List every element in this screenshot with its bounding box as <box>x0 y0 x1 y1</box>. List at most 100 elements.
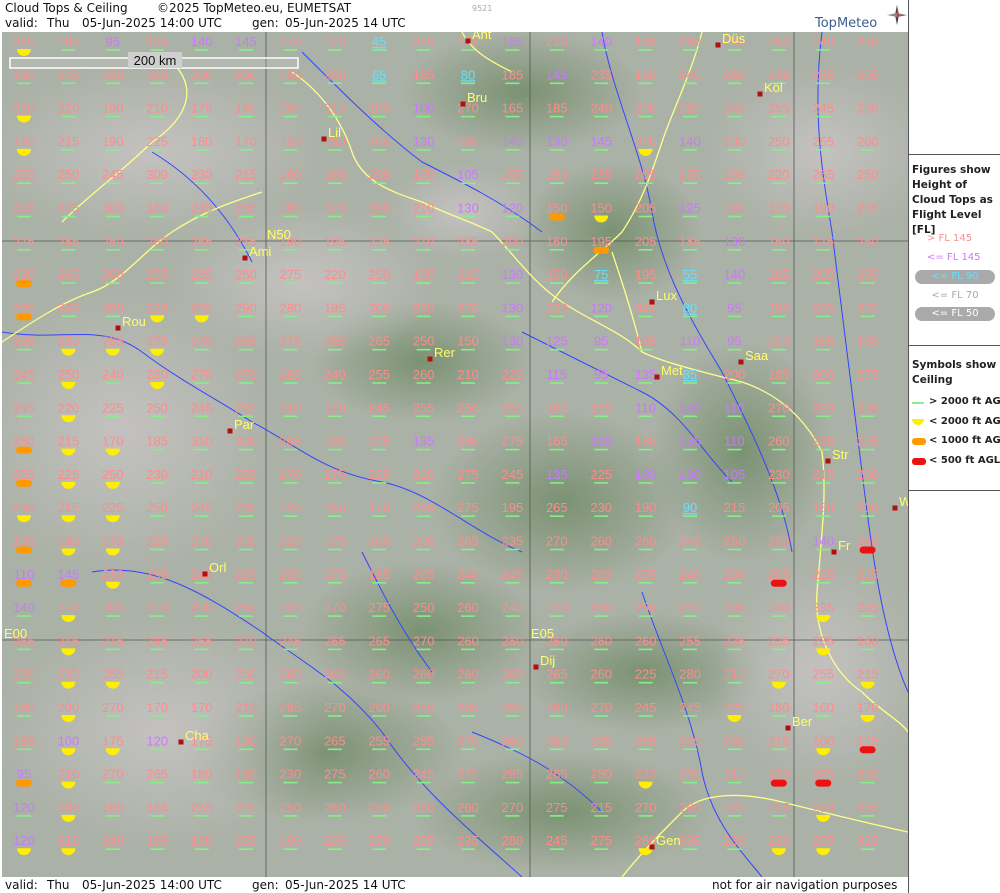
cloud-top-value: 200 <box>812 367 834 382</box>
cloud-top-value: 260 <box>413 367 435 382</box>
cloud-top-value: 210 <box>191 467 213 482</box>
cloud-top-value: 200 <box>191 67 213 82</box>
cloud-top-value: 220 <box>413 34 435 49</box>
cloud-top-value: 240 <box>812 34 834 49</box>
cloud-top-value: 275 <box>280 334 302 349</box>
cloud-top-value: 255 <box>413 400 435 415</box>
cloud-top-value: 265 <box>546 667 568 682</box>
cloud-top-value: 215 <box>235 167 257 182</box>
cloud-top-value: 260 <box>502 733 524 748</box>
cloud-top-value: 270 <box>58 600 80 615</box>
cloud-top-value: 165 <box>635 34 657 49</box>
cloud-top-value: 265 <box>546 767 568 782</box>
cloud-top-value: 170 <box>768 201 790 216</box>
cloud-top-value: 220 <box>546 300 568 315</box>
cloud-top-value: 255 <box>368 800 390 815</box>
cloud-top-value: 255 <box>413 733 435 748</box>
cloud-top-value: 230 <box>191 167 213 182</box>
cloud-top-value: 250 <box>768 34 790 49</box>
cloud-top-value: 155 <box>679 167 701 182</box>
cloud-top-value: 260 <box>812 400 834 415</box>
cloud-top-value: 270 <box>413 633 435 648</box>
cloud-top-value: 210 <box>191 534 213 549</box>
cloud-top-value: 245 <box>502 467 524 482</box>
cloud-top-value: 285 <box>58 234 80 249</box>
cloud-top-value: 160 <box>146 201 168 216</box>
cloud-top-value: 130 <box>457 201 479 216</box>
city-name: Str <box>832 447 849 462</box>
cloud-top-value: 110 <box>14 567 35 582</box>
cloud-top-value: 245 <box>679 700 701 715</box>
cloud-top-value: 205 <box>857 67 879 82</box>
cloud-top-value: 145 <box>58 567 80 582</box>
cloud-top-value: 220 <box>324 267 346 282</box>
cloud-top-value: 175 <box>324 534 346 549</box>
cloud-top-value: 245 <box>546 833 568 848</box>
cloud-top-value: 265 <box>546 500 568 515</box>
city-name: Rou <box>122 314 146 329</box>
cloud-top-value: 170 <box>324 34 346 49</box>
cloud-top-value: 215 <box>724 767 746 782</box>
cloud-top-value: 250 <box>724 534 746 549</box>
cloud-top-value: 295 <box>13 334 35 349</box>
cloud-top-value: 255 <box>812 134 834 149</box>
cloud-top-value: 260 <box>590 633 612 648</box>
cloud-top-value: 155 <box>13 733 35 748</box>
cloud-top-value: 160 <box>13 700 35 715</box>
cloud-top-value: 65 <box>372 67 386 82</box>
cloud-top-value: 280 <box>102 300 124 315</box>
satellite-map[interactable]: 215 185 95 155 140 145 270 170 45 220 175 105 210 140… <box>2 32 908 877</box>
cloud-top-value: 170 <box>102 434 124 449</box>
cloud-top-value: 205 <box>768 567 790 582</box>
cloud-top-value: 200 <box>58 700 80 715</box>
cloud-top-value: 120 <box>13 833 35 848</box>
cloud-top-value: 225 <box>635 667 657 682</box>
city-name: Lil <box>328 125 341 140</box>
cloud-top-value: 190 <box>280 833 302 848</box>
cloud-top-value: 240 <box>768 600 790 615</box>
cloud-top-value: 245 <box>368 400 390 415</box>
cloud-top-value: 255 <box>13 167 35 182</box>
cloud-top-value: 120 <box>146 733 168 748</box>
cloud-top-value: 260 <box>457 633 479 648</box>
cloud-top-value: 215 <box>768 733 790 748</box>
cloud-top-value: 255 <box>812 67 834 82</box>
cloud-top-value: 130 <box>413 134 435 149</box>
footer-valid-day: Thu <box>47 878 70 892</box>
cloud-top-value: 175 <box>191 101 213 116</box>
cloud-top-value: 250 <box>635 134 657 149</box>
cloud-top-value: 210 <box>58 767 80 782</box>
city-name: Cha <box>185 728 210 743</box>
cloud-top-value: 220 <box>235 534 257 549</box>
cloud-top-value: 150 <box>857 334 879 349</box>
cloud-top-value: 235 <box>724 633 746 648</box>
city-name: Ber <box>792 714 813 729</box>
cloud-top-value: 235 <box>768 633 790 648</box>
cloud-top-value: 245 <box>13 400 35 415</box>
cloud-top-value: 255 <box>679 767 701 782</box>
cloud-top-value: 210 <box>413 234 435 249</box>
city-dot <box>227 428 233 434</box>
cloud-top-value: 265 <box>368 334 390 349</box>
cloud-top-value: 235 <box>457 833 479 848</box>
cloud-top-value: 275 <box>368 434 390 449</box>
city-name: Lux <box>656 288 677 303</box>
gen-label: gen: <box>252 16 279 30</box>
cloud-top-value: 80 <box>461 67 475 82</box>
cloud-top-value: 215 <box>590 800 612 815</box>
cloud-top-value: 190 <box>546 167 568 182</box>
cloud-top-value: 230 <box>724 833 746 848</box>
cloud-top-value: 265 <box>457 700 479 715</box>
cloud-top-value: 275 <box>58 201 80 216</box>
cloud-top-value: 235 <box>590 67 612 82</box>
cloud-top-value: 235 <box>590 167 612 182</box>
cloud-top-value: 185 <box>58 34 80 49</box>
cloud-top-value: 130 <box>724 234 746 249</box>
cloud-top-value: 230 <box>546 567 568 582</box>
cloud-top-value: 200 <box>235 201 257 216</box>
cloud-top-value: 260 <box>413 667 435 682</box>
cloud-top-value: 265 <box>280 367 302 382</box>
cloud-top-value: 225 <box>812 434 834 449</box>
cloud-top-value: 180 <box>191 767 213 782</box>
footer-valid-time: 05-Jun-2025 14:00 UTC <box>82 878 222 892</box>
